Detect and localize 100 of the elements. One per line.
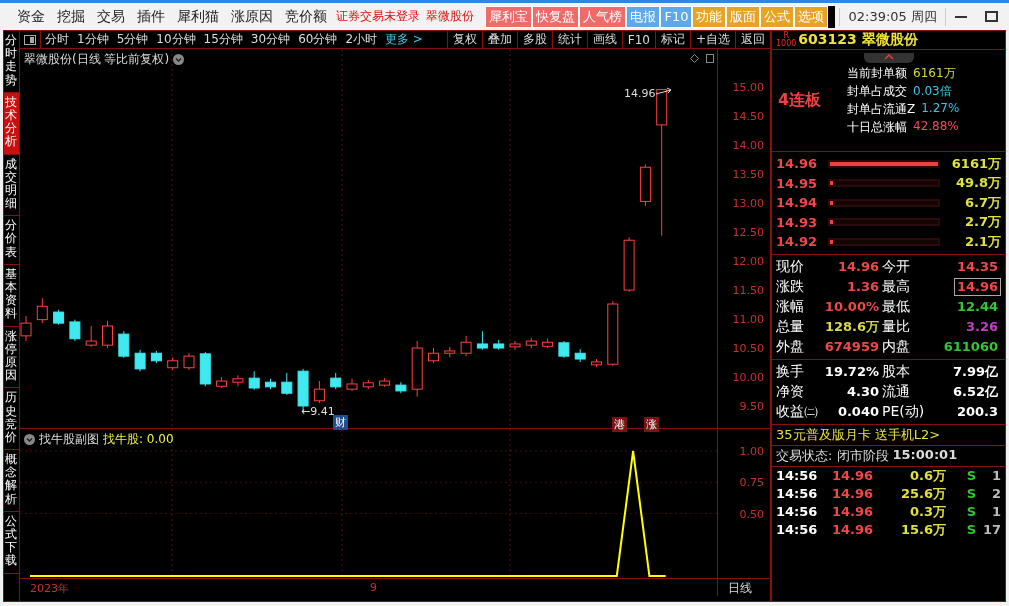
quote-value: 674959 bbox=[823, 337, 880, 356]
tick-side: S bbox=[965, 486, 976, 501]
order-price: 14.94 bbox=[776, 195, 819, 211]
tick-time: 14:56 bbox=[776, 504, 819, 519]
tick-volume: 25.6万 bbox=[899, 484, 946, 503]
notice-text: 翠微股份 bbox=[425, 8, 475, 25]
chart-title: 找牛股副图 bbox=[39, 431, 99, 448]
maximize-icon bbox=[984, 11, 998, 22]
arrow-icon bbox=[655, 87, 672, 95]
dropdown-icon[interactable] bbox=[173, 54, 185, 65]
order-price: 14.93 bbox=[776, 214, 819, 230]
candle bbox=[591, 358, 602, 368]
side-tab[interactable]: 技术分析 bbox=[4, 92, 19, 155]
menu-item[interactable]: 交易 bbox=[91, 7, 131, 26]
seal-stat-value: 6161万 bbox=[913, 65, 956, 82]
quote-label: 换手 bbox=[776, 361, 805, 381]
tick-volume: 0.6万 bbox=[908, 466, 946, 485]
streak-label: 4连板 bbox=[777, 90, 823, 111]
panel-toggle-icon[interactable] bbox=[24, 34, 36, 45]
candle bbox=[639, 163, 651, 207]
order-volume: 2.7万 bbox=[963, 213, 1001, 232]
quote-value: 1.36 bbox=[845, 277, 880, 296]
separator-block bbox=[828, 5, 836, 28]
tick-price: 14.96 bbox=[832, 504, 875, 519]
price-axis-label: 14.00 bbox=[732, 138, 764, 152]
quote-label: 最高 bbox=[882, 276, 911, 296]
quote-label: 涨跌 bbox=[776, 276, 805, 296]
quote-label: PE(动) bbox=[882, 401, 926, 421]
high-price-label: 14.96 bbox=[624, 87, 656, 100]
quote-label: 总量 bbox=[776, 316, 805, 336]
order-price: 14.95 bbox=[776, 175, 819, 191]
period-tab[interactable]: 15分钟 bbox=[199, 31, 247, 48]
period-tab[interactable]: 分时 bbox=[41, 31, 73, 48]
quote-value: 0.040 bbox=[836, 402, 880, 421]
price-axis-label: 12.50 bbox=[732, 225, 764, 239]
square-icon bbox=[706, 54, 714, 63]
candle bbox=[134, 349, 146, 372]
seal-stat-label: 封单占流通Z bbox=[847, 101, 916, 118]
side-tab[interactable]: 分价表 bbox=[4, 216, 19, 265]
side-tab[interactable]: 分时走势 bbox=[4, 31, 19, 93]
quote-label: 今开 bbox=[882, 256, 911, 276]
price-axis-label: 13.50 bbox=[732, 167, 764, 181]
period-tab[interactable]: 30分钟 bbox=[246, 31, 295, 48]
collapse-tab[interactable] bbox=[864, 53, 914, 63]
menu-item[interactable]: 涨原因 bbox=[225, 7, 279, 26]
quote-value: 14.96 bbox=[953, 277, 1001, 296]
event-marker[interactable]: 港 bbox=[612, 417, 627, 432]
period-label: 日线 bbox=[717, 579, 770, 596]
menu-item[interactable]: 竞价额 bbox=[279, 7, 333, 26]
price-axis-label: 11.00 bbox=[732, 312, 764, 326]
promo-link[interactable]: 35元普及版月卡 送手机L2> bbox=[772, 424, 1005, 446]
period-tab[interactable]: 1分钟 bbox=[73, 31, 113, 48]
side-tab[interactable]: 历史竞价 bbox=[4, 388, 19, 451]
more-link[interactable]: 更多 > bbox=[381, 31, 427, 48]
candle bbox=[53, 309, 65, 326]
event-marker[interactable]: 涨 bbox=[644, 417, 659, 432]
menu-item[interactable]: 挖掘 bbox=[51, 7, 91, 26]
chart-title: 翠微股份(日线 等比前复权) bbox=[24, 51, 170, 68]
candle bbox=[281, 372, 293, 396]
tick-price: 14.96 bbox=[832, 468, 875, 483]
candle bbox=[379, 377, 391, 388]
date-axis-label: 2023年 bbox=[30, 581, 69, 596]
candle bbox=[460, 335, 472, 357]
candle bbox=[607, 300, 619, 367]
stock-title: 603123 翠微股份 bbox=[798, 31, 918, 49]
quote-value: 128.6万 bbox=[823, 317, 880, 336]
price-axis-label: 12.00 bbox=[732, 254, 764, 268]
quote-label: 外盘 bbox=[776, 336, 805, 356]
dropdown-icon[interactable] bbox=[24, 434, 35, 445]
quote-value: 3.26 bbox=[964, 317, 999, 336]
indicator-reading: 找牛股: 0.00 bbox=[103, 431, 174, 448]
period-tab[interactable]: 10分钟 bbox=[152, 31, 200, 48]
tick-side: S bbox=[965, 468, 976, 483]
menu-item[interactable]: 犀利猫 bbox=[171, 7, 225, 26]
tick-volume: 0.3万 bbox=[908, 502, 946, 521]
menu-item[interactable]: 插件 bbox=[131, 7, 171, 26]
period-tab[interactable]: 60分钟 bbox=[294, 31, 342, 48]
price-axis-label: 13.00 bbox=[732, 196, 764, 210]
candle bbox=[216, 376, 228, 389]
candle bbox=[313, 380, 325, 404]
event-marker[interactable]: 财 bbox=[333, 415, 348, 430]
quote-label: 净资 bbox=[776, 381, 805, 401]
price-axis-label: 10.00 bbox=[732, 370, 764, 384]
candle bbox=[509, 340, 521, 351]
candle bbox=[411, 340, 423, 398]
price-axis-label: 14.50 bbox=[732, 109, 764, 123]
menu-item[interactable]: 资金 bbox=[11, 7, 51, 26]
candle bbox=[199, 351, 211, 387]
candle bbox=[69, 319, 81, 342]
tick-count: 1 bbox=[990, 504, 1001, 519]
candle bbox=[444, 346, 456, 358]
status-label: 交易状态: 闭市阶段 bbox=[776, 446, 889, 465]
price-axis-label: 11.50 bbox=[732, 283, 764, 297]
side-tab[interactable]: 概念解析 bbox=[4, 450, 19, 512]
candle bbox=[493, 339, 505, 351]
period-tab[interactable]: 2小时 bbox=[341, 31, 382, 48]
low-price-label: ←9.41 bbox=[301, 405, 335, 418]
tick-time: 14:56 bbox=[776, 486, 819, 501]
period-tab[interactable]: 5分钟 bbox=[112, 31, 153, 48]
status-time: 15:00:01 bbox=[892, 446, 958, 464]
